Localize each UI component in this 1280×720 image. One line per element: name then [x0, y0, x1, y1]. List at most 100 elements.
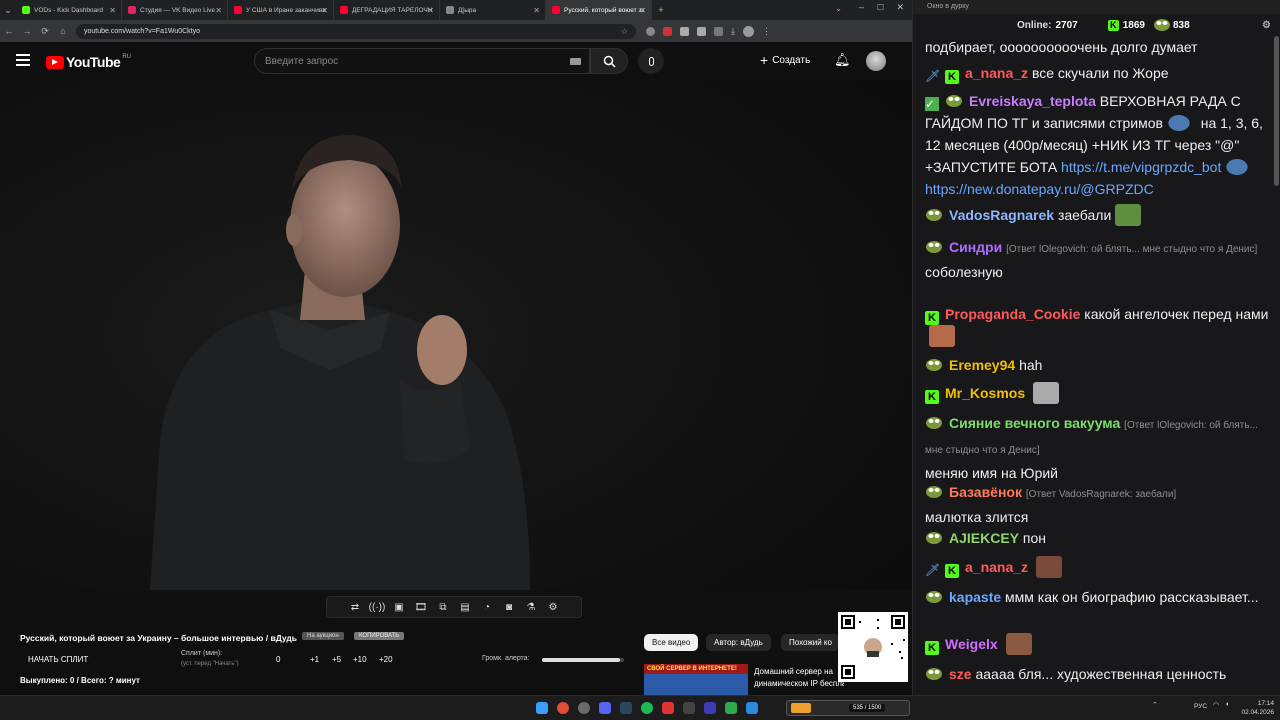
copy-button[interactable]: КОПИРОВАТЬ	[354, 632, 405, 640]
screen-record-icon[interactable]: ▣	[388, 598, 410, 616]
tray-chevron-icon[interactable]: ⌃	[1152, 701, 1158, 709]
back-icon[interactable]: ←	[0, 26, 18, 36]
voice-search-button[interactable]	[638, 48, 664, 74]
tab-close-icon[interactable]: ✕	[109, 6, 116, 15]
extension-icon[interactable]	[646, 26, 655, 36]
chat-link[interactable]: https://new.donatepay.ru/@GRPZDC	[925, 181, 1154, 197]
split-plus-5-button[interactable]: +5	[332, 655, 341, 664]
browser-tab[interactable]: ДЕГРАДАЦИЯ ТАРЕЛОЧНИЦ✕	[334, 0, 440, 20]
tab-close-icon[interactable]: ✕	[215, 6, 222, 15]
hamburger-menu-icon[interactable]	[16, 54, 30, 66]
split-plus-20-button[interactable]: +20	[379, 655, 393, 664]
chat-username[interactable]: kapaste	[949, 589, 1001, 605]
start-menu-icon[interactable]	[536, 702, 548, 714]
extension-icon[interactable]	[697, 26, 706, 36]
chat-link[interactable]: https://t.me/vipgrpzdc_bot	[1061, 159, 1221, 175]
split-plus-10-button[interactable]: +10	[353, 655, 367, 664]
volume-icon[interactable]: ◖	[1225, 701, 1229, 708]
create-button[interactable]: + Создать	[760, 52, 810, 68]
camera-icon[interactable]: ◙	[498, 598, 520, 616]
gear-icon[interactable]: ⚙	[542, 598, 564, 616]
chat-username[interactable]: Базавёнок	[949, 484, 1022, 500]
chat-username[interactable]: Propaganda_Cookie	[945, 306, 1080, 322]
chat-username[interactable]: a_nana_z	[965, 65, 1028, 81]
keyboard-icon[interactable]	[570, 57, 581, 65]
profile-avatar[interactable]	[742, 25, 754, 37]
menu-dots-icon[interactable]: ⋮	[762, 26, 771, 37]
extensions-puzzle-icon[interactable]	[714, 26, 723, 36]
browser-tab[interactable]: Студия — VK Видео Live ✕	[122, 0, 228, 20]
recommended-title[interactable]: Домашний сервер на динамическом IP беспл…	[754, 666, 844, 690]
chat-username[interactable]: Сияние вечного вакуума	[949, 415, 1120, 431]
chat-scrollbar[interactable]	[1274, 36, 1279, 186]
auction-button[interactable]: На аукцион	[302, 632, 344, 640]
tab-close-icon[interactable]: ✕	[427, 6, 434, 15]
home-icon[interactable]: ⌂	[54, 26, 72, 36]
filter-chip-author[interactable]: Автор: вДудь	[706, 634, 771, 651]
download-icon[interactable]: ⤓	[731, 26, 735, 37]
split-plus-1-button[interactable]: +1	[310, 655, 319, 664]
alert-volume-slider[interactable]	[542, 658, 624, 662]
tab-list-icon[interactable]: ⌄	[0, 5, 16, 16]
reload-icon[interactable]: ⟳	[36, 26, 54, 37]
account-avatar[interactable]	[866, 51, 886, 71]
filter-chip-all[interactable]: Все видео	[644, 634, 699, 651]
chat-username[interactable]: sze	[949, 666, 972, 682]
filmstrip-icon[interactable]: ▤	[454, 598, 476, 616]
chat-username[interactable]: Mr_Kosmos	[945, 385, 1025, 401]
notifications-bell-icon[interactable]: 🔔︎	[834, 52, 851, 68]
close-window-icon[interactable]: ✕	[896, 2, 904, 13]
chat-username[interactable]: VadosRagnarek	[949, 207, 1054, 223]
clip-icon[interactable]: 🎞︎	[410, 598, 432, 616]
browser-tab[interactable]: VODs - Kick Dashboard ✕	[16, 0, 122, 20]
bookmark-star-icon[interactable]: ☆	[621, 27, 628, 36]
broadcast-icon[interactable]: ((·))	[366, 598, 388, 616]
chat-username[interactable]: Синдри	[949, 239, 1002, 255]
wifi-icon[interactable]: ◠	[1213, 701, 1219, 709]
filter-chip-similar[interactable]: Похожий ко	[781, 634, 839, 651]
search-button[interactable]	[590, 48, 628, 74]
chat-username[interactable]: a_nana_z	[965, 559, 1028, 575]
recommended-thumbnail[interactable]: СВОЙ СЕРВЕР В ИНТЕРНЕТЕ!	[644, 664, 748, 695]
new-tab-button[interactable]: +	[652, 5, 670, 15]
picture-in-picture-icon[interactable]: ⧉	[432, 598, 454, 616]
tab-close-icon[interactable]: ✕	[321, 6, 328, 15]
browser-tab[interactable]: У США в Иране заканчиваются✕	[228, 0, 334, 20]
loop-icon[interactable]: ⇄	[344, 598, 366, 616]
split-value[interactable]: 0	[276, 655, 280, 664]
youtube-logo[interactable]: YouTube RU	[46, 54, 131, 70]
language-indicator[interactable]: РУС	[1194, 703, 1207, 710]
obs-icon[interactable]	[662, 702, 674, 714]
app-icon[interactable]	[725, 702, 737, 714]
spotify-icon[interactable]	[641, 702, 653, 714]
chat-username[interactable]: Evreiskaya_teplota	[969, 93, 1096, 109]
app-icon[interactable]	[578, 702, 590, 714]
chat-username[interactable]: AJIEKCEY	[949, 530, 1019, 546]
app-icon[interactable]	[704, 702, 716, 714]
start-split-button[interactable]: НАЧАТЬ СПЛИТ	[28, 655, 88, 664]
browser-tab[interactable]: Д[ыра ✕	[440, 0, 546, 20]
speed-gauge-icon[interactable]: ◔	[476, 598, 498, 616]
chat-settings-gear-icon[interactable]: ⚙	[1262, 20, 1271, 31]
forward-icon[interactable]: →	[18, 26, 36, 36]
chat-username[interactable]: Eremey94	[949, 357, 1015, 373]
chat-username[interactable]: Weigelx	[945, 636, 998, 652]
url-input[interactable]: youtube.com/watch?v=Fa1Wu0Cktyo ☆	[76, 23, 636, 39]
extension-icon[interactable]	[680, 26, 689, 36]
steam-icon[interactable]	[620, 702, 632, 714]
maximize-icon[interactable]: ☐	[877, 3, 884, 12]
tab-close-icon[interactable]: ✕	[533, 6, 540, 15]
tab-search-icon[interactable]: ⌄	[835, 4, 842, 13]
chrome-icon[interactable]	[557, 702, 569, 714]
minimize-icon[interactable]: –	[859, 2, 864, 12]
app-icon[interactable]	[683, 702, 695, 714]
search-input[interactable]: Введите запрос	[254, 48, 590, 74]
video-player[interactable]	[0, 80, 912, 590]
flask-icon[interactable]: ⚗	[520, 598, 542, 616]
clock[interactable]: 17:14 02.04.2026	[1236, 699, 1274, 717]
telegram-icon[interactable]	[746, 702, 758, 714]
browser-tab[interactable]: Русский, который воюет за У ✕	[546, 0, 652, 20]
extension-icon[interactable]	[663, 26, 672, 36]
discord-icon[interactable]	[599, 702, 611, 714]
tab-close-icon[interactable]: ✕	[639, 6, 646, 15]
